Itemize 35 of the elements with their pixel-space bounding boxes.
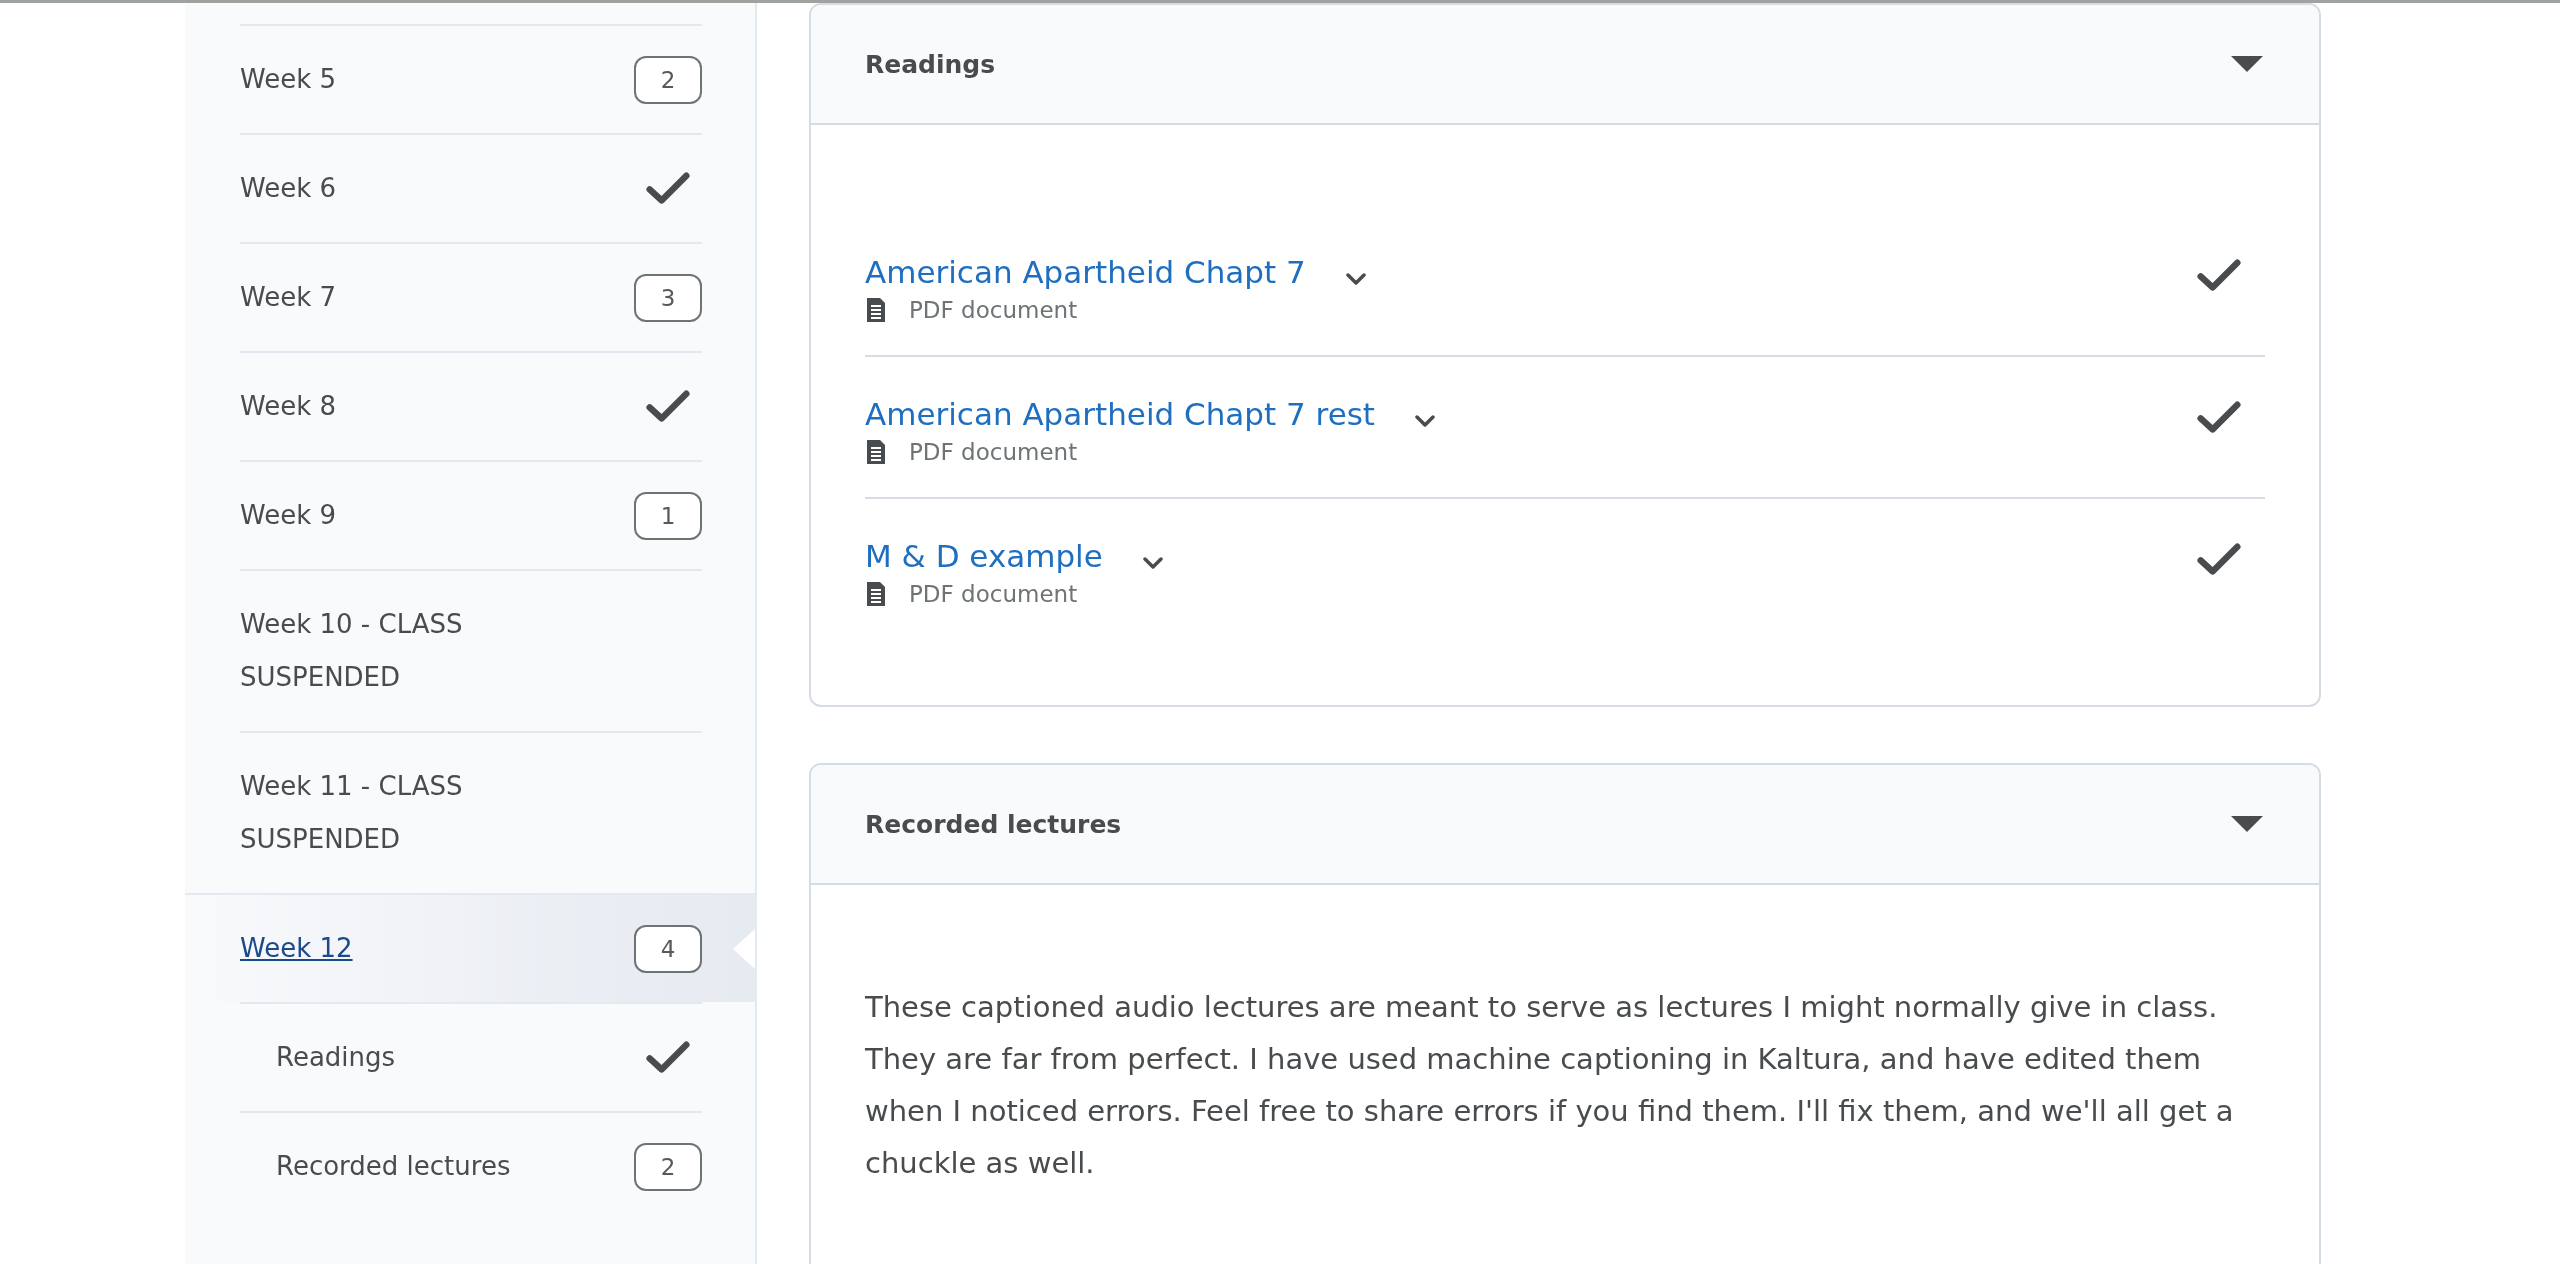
document-icon (865, 581, 887, 607)
section-title: Recorded lectures (865, 809, 1122, 839)
document-link[interactable]: American Apartheid Chapt 7 rest (865, 391, 1376, 437)
section-title: Readings (865, 49, 996, 79)
sidebar-item[interactable]: Week 11 - CLASS SUSPENDED (240, 760, 520, 866)
document-icon (865, 439, 887, 465)
sidebar-item[interactable]: Week 6 (240, 162, 337, 215)
document-icon (865, 297, 887, 323)
checkmark-icon (646, 172, 690, 205)
document-type: PDF document (909, 439, 1078, 465)
sidebar-item[interactable]: Week 12 (240, 922, 353, 975)
chevron-down-icon (1142, 557, 1163, 569)
checkmark-icon (646, 390, 690, 423)
sidebar-item[interactable]: Week 5 (240, 53, 337, 106)
document-type: PDF document (909, 581, 1078, 607)
sidebar-item[interactable]: Week 9 (240, 489, 337, 542)
sidebar-item[interactable]: Week 10 - CLASS SUSPENDED (240, 598, 520, 704)
sidebar-item[interactable]: Week 7 (240, 271, 337, 324)
count-badge: 2 (634, 55, 702, 104)
document-link[interactable]: M & D example (865, 533, 1103, 579)
document-link[interactable]: American Apartheid Chapt 7 (865, 249, 1306, 295)
count-badge: 4 (634, 924, 702, 973)
chevron-down-icon (1345, 273, 1366, 285)
section-header[interactable]: Readings (811, 5, 2319, 125)
section-header[interactable]: Recorded lectures (811, 765, 2319, 885)
count-badge: 3 (634, 273, 702, 322)
count-badge: 2 (634, 1142, 702, 1191)
document-type: PDF document (909, 297, 1078, 323)
sidebar-item[interactable]: Week 8 (240, 380, 337, 433)
checkmark-icon (646, 1041, 690, 1074)
sidebar-item[interactable]: Recorded lectures (276, 1140, 511, 1193)
chevron-down-icon (1415, 415, 1436, 427)
description-text: These captioned audio lectures are meant to serve as lectures I might normally give in class. They are far from perfect. I have used machine captioning in Kaltura, and have edited them when I noticed errors. Feel free to share errors if you find them. I'll fix them, and we'll all get a chuckle as well. (865, 989, 2235, 1182)
count-badge: 1 (634, 491, 702, 540)
sidebar-item[interactable]: Readings (276, 1031, 396, 1084)
